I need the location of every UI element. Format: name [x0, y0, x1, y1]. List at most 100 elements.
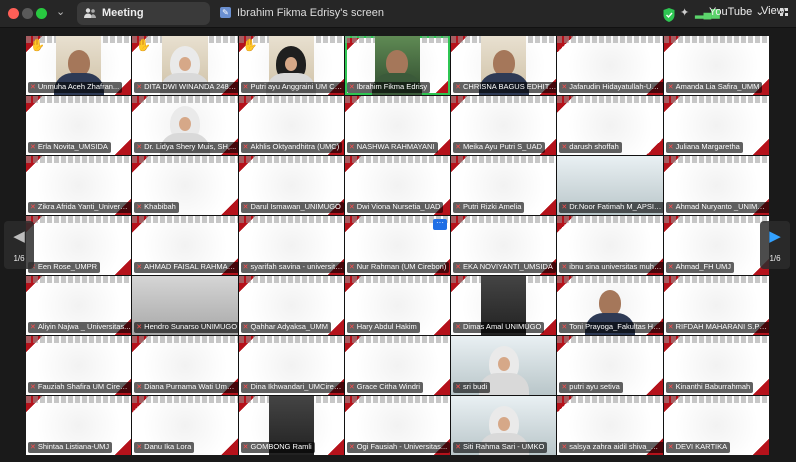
participant-tile[interactable]: ✕ Dr.Noor Fatimah M_APSIH...: [557, 156, 663, 215]
participant-tile[interactable]: ✕ Jafarudin Hidayatullah-UM...: [557, 36, 663, 95]
participant-name-text: salsya zahra aidil shiva_UAD: [569, 442, 663, 451]
participant-name-text: sri budi: [463, 382, 488, 391]
participant-tile[interactable]: ✕ Darul Ismawan_UNIMUGO: [238, 156, 344, 215]
participant-tile[interactable]: ✕ NASHWA RAHMAYANI: [344, 96, 451, 155]
muted-mic-icon: ✕: [667, 204, 674, 211]
participant-tile[interactable]: ✕ Hendro Sunarso UNIMUGO: [132, 276, 238, 335]
participant-tile[interactable]: ✕ darush shoffah: [557, 96, 663, 155]
participant-name-text: NASHWA RAHMAYANI: [356, 142, 435, 151]
participant-tile[interactable]: ✕ Ahmad_FH UMJ: [663, 216, 769, 275]
participant-tile[interactable]: ✕ Putri Rizki Amelia: [451, 156, 557, 215]
participant-tile[interactable]: ✕ EKA NOVIYANTI_UMSIDA: [451, 216, 557, 275]
participant-name: ✕ sri budi: [453, 382, 491, 393]
participant-tile[interactable]: ✕ Grace Citha Windri: [344, 336, 451, 395]
muted-mic-icon: ✕: [242, 324, 249, 331]
participant-tile[interactable]: ✕ Zikra Afrida Yanti_Universit...: [26, 156, 132, 215]
participant-tile[interactable]: ✕ syarifah savina - universita...: [238, 216, 344, 275]
muted-mic-icon: ✕: [30, 324, 36, 331]
muted-mic-icon: ✕: [30, 204, 36, 211]
participant-name: ✕ Siti Rahma Sari - UMKO: [453, 442, 548, 453]
arrow-right-icon: ▶: [769, 228, 781, 245]
participant-name: ✕ Amanda Lia Safira_UMM: [665, 82, 763, 93]
participant-tile[interactable]: ✕ sri budi: [451, 336, 557, 395]
participant-tile[interactable]: ✕ Shintaa Listiana-UMJ: [26, 396, 132, 455]
participant-name: ✕ Khabibah: [134, 202, 179, 213]
signal-icon[interactable]: ▂▄▆: [695, 6, 720, 26]
shield-icon[interactable]: [662, 5, 676, 25]
participant-tile[interactable]: ✕ Dina Ikhwandari_UMCirebon: [238, 336, 344, 395]
participant-name-text: Dr. Lidya Shery Muis, SH,...: [144, 142, 237, 151]
participant-tile[interactable]: ✕ Dwi Viona Nursetia_UAD: [344, 156, 451, 215]
participant-tile[interactable]: ✕ Danu Ika Lora: [132, 396, 238, 455]
participant-tile[interactable]: ✕ putri ayu setiva: [557, 336, 663, 395]
participant-tile[interactable]: ✕ Aliyin Najwa _ Universitas...: [26, 276, 132, 335]
participant-tile[interactable]: ✋ ✕ Putri ayu Anggraini UM CIR...: [238, 36, 344, 95]
sparkle-icon[interactable]: ✦: [680, 6, 692, 26]
participant-tile[interactable]: ✕ Khabibah: [132, 156, 238, 215]
participant-tile[interactable]: ✕ ibnu sina universitas muha...: [557, 216, 663, 275]
fullscreen-window-button[interactable]: [36, 8, 47, 19]
more-options-button[interactable]: ···: [433, 219, 447, 230]
muted-mic-icon: ✕: [667, 144, 674, 151]
participant-tile[interactable]: ✕ Diana Purnama Wati Umbb...: [132, 336, 238, 395]
participant-name: ✕ Erla Novita_UMSIDA: [28, 142, 111, 153]
participant-tile[interactable]: ✕ Dr. Lidya Shery Muis, SH,...: [132, 96, 238, 155]
participant-tile[interactable]: ✕ AHMAD FAISAL RAHMAN...: [132, 216, 238, 275]
muted-mic-icon: ✕: [242, 84, 249, 91]
chevron-down-icon[interactable]: ⌄: [56, 5, 65, 18]
participant-tile[interactable]: ✕ Akhlis Oktyandhitra (UMC): [238, 96, 344, 155]
participant-tile[interactable]: ✕ Fauziah Shafira UM Cirebon: [26, 336, 132, 395]
participant-name: ✕ Danu Ika Lora: [134, 442, 195, 453]
participant-name-text: Juliana Margaretha: [675, 142, 740, 151]
view-source-dropdown[interactable]: YouTube ⌄: [709, 5, 765, 25]
participant-tile[interactable]: ✕Een Rose_UMPR: [26, 216, 132, 275]
participant-name-text: DITA DWI WINANDA 24810...: [144, 82, 238, 91]
tab-meeting[interactable]: Meeting: [77, 2, 210, 25]
participant-name-text: syarifah savina - universita...: [250, 262, 344, 271]
muted-mic-icon: ✕: [136, 84, 143, 91]
participant-name: ✕ RIFDAH MAHARANI S.P_UAD: [665, 322, 769, 333]
participant-tile[interactable]: ✕ Juliana Margaretha: [663, 96, 769, 155]
muted-mic-icon: ✕: [455, 324, 462, 331]
minimize-window-button[interactable]: [22, 8, 33, 19]
participant-name: ✕ Zikra Afrida Yanti_Universit...: [28, 202, 132, 213]
participant-tile[interactable]: ✕ RIFDAH MAHARANI S.P_UAD: [663, 276, 769, 335]
participant-name: ✕ Ogi Fausiah - Universitas...: [346, 442, 451, 453]
muted-mic-icon: ✕: [30, 384, 36, 391]
participant-tile[interactable]: ✕ CHRISNA BAGUS EDHITA...: [451, 36, 557, 95]
participant-tile[interactable]: ✕ Siti Rahma Sari - UMKO: [451, 396, 557, 455]
participant-name-text: EKA NOVIYANTI_UMSIDA: [463, 262, 553, 271]
participant-tile[interactable]: ✕ Qahhar Adyaksa_UMM: [238, 276, 344, 335]
next-page-button[interactable]: ▶ 1/6: [760, 221, 790, 269]
participant-tile[interactable]: ✕ Amanda Lia Safira_UMM: [663, 36, 769, 95]
muted-mic-icon: ✕: [667, 384, 674, 391]
participant-tile[interactable]: ✕ Dimas Amal UNIMUGO: [451, 276, 557, 335]
muted-mic-icon: ✕: [455, 84, 462, 91]
participant-tile[interactable]: ✕ Ogi Fausiah - Universitas...: [344, 396, 451, 455]
muted-mic-icon: ✕: [667, 324, 674, 331]
close-window-button[interactable]: [8, 8, 19, 19]
participant-tile[interactable]: ✋ ✕ Unmuha Aceh Zhafran...: [26, 36, 132, 95]
muted-mic-icon: ✕: [242, 204, 249, 211]
grid-view-icon[interactable]: [780, 8, 788, 16]
participant-tile[interactable]: ✕ DEVI KARTIKA: [663, 396, 769, 455]
muted-mic-icon: ✕: [136, 324, 143, 331]
participant-tile[interactable]: ✕ Toni Prayoga_Fakultas Huk...: [557, 276, 663, 335]
participant-tile[interactable]: ✕ Kinanthi Baburrahmah: [663, 336, 769, 395]
participant-tile[interactable]: ✕ salsya zahra aidil shiva_UAD: [557, 396, 663, 455]
participant-tile[interactable]: ✕ Erla Novita_UMSIDA: [26, 96, 132, 155]
participant-tile[interactable]: ✕ Ahmad Nuryanto _UNIMUGO: [663, 156, 769, 215]
participant-name-text: GOMBONG Ramli: [250, 442, 312, 451]
participant-name-text: Een Rose_UMPR: [37, 262, 98, 271]
participant-tile[interactable]: ✕ Meika Ayu Putri S_UAD: [451, 96, 557, 155]
participant-name-text: Jafarudin Hidayatullah-UM...: [569, 82, 663, 91]
participant-tile[interactable]: ✕ GOMBONG Ramli: [238, 396, 344, 455]
participant-tile[interactable]: ✕ Ibrahim Fikma Edrisy: [344, 36, 451, 95]
participant-name-text: Amanda Lia Safira_UMM: [675, 82, 760, 91]
muted-mic-icon: ✕: [348, 324, 355, 331]
previous-page-button[interactable]: ◀ 1/6: [4, 221, 34, 269]
participant-name-text: Unmuha Aceh Zhafran...: [37, 82, 120, 91]
participant-tile[interactable]: ✋ ✕ DITA DWI WINANDA 24810...: [132, 36, 238, 95]
tab-meeting-label: Meeting: [102, 7, 144, 19]
participant-tile[interactable]: ✕ Hary Abdul Hakim: [344, 276, 451, 335]
